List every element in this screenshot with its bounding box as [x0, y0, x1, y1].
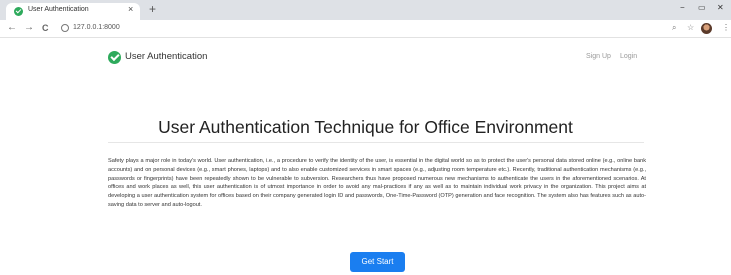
forward-icon[interactable]: → — [24, 22, 34, 33]
get-start-button[interactable]: Get Start — [350, 252, 405, 272]
menu-icon[interactable]: ⋮ — [722, 23, 730, 32]
info-icon[interactable] — [61, 24, 69, 32]
restore-icon[interactable]: ▭ — [698, 3, 706, 12]
star-icon[interactable]: ☆ — [687, 23, 694, 32]
new-tab-icon[interactable]: + — [149, 2, 156, 16]
close-window-icon[interactable]: ✕ — [717, 3, 724, 12]
tab-title: User Authentication — [28, 6, 89, 13]
close-tab-icon[interactable]: × — [128, 4, 133, 14]
browser-tabstrip: User Authentication × + − ▭ ✕ — [0, 0, 731, 20]
page-title: User Authentication Technique for Office… — [158, 117, 573, 137]
browser-toolbar: ← → C 127.0.0.1:8000 ⌕ ☆ ⋮ — [0, 20, 731, 38]
address-bar[interactable]: 127.0.0.1:8000 — [73, 24, 120, 31]
check-circle-icon — [14, 7, 23, 16]
divider — [108, 142, 644, 143]
reload-icon[interactable]: C — [42, 23, 49, 33]
site-navbar: User Authentication Sign Up Login — [0, 38, 731, 70]
browser-tab[interactable]: User Authentication × — [6, 3, 140, 20]
profile-avatar[interactable] — [701, 23, 712, 34]
minimize-icon[interactable]: − — [680, 3, 685, 12]
check-circle-icon — [108, 51, 121, 64]
description-text: Safety plays a major role in today's wor… — [108, 158, 646, 208]
search-icon[interactable]: ⌕ — [672, 23, 676, 33]
sign-up-link[interactable]: Sign Up — [586, 53, 611, 60]
login-link[interactable]: Login — [620, 53, 637, 60]
brand-link[interactable]: User Authentication — [125, 51, 207, 62]
back-icon[interactable]: ← — [7, 22, 17, 33]
